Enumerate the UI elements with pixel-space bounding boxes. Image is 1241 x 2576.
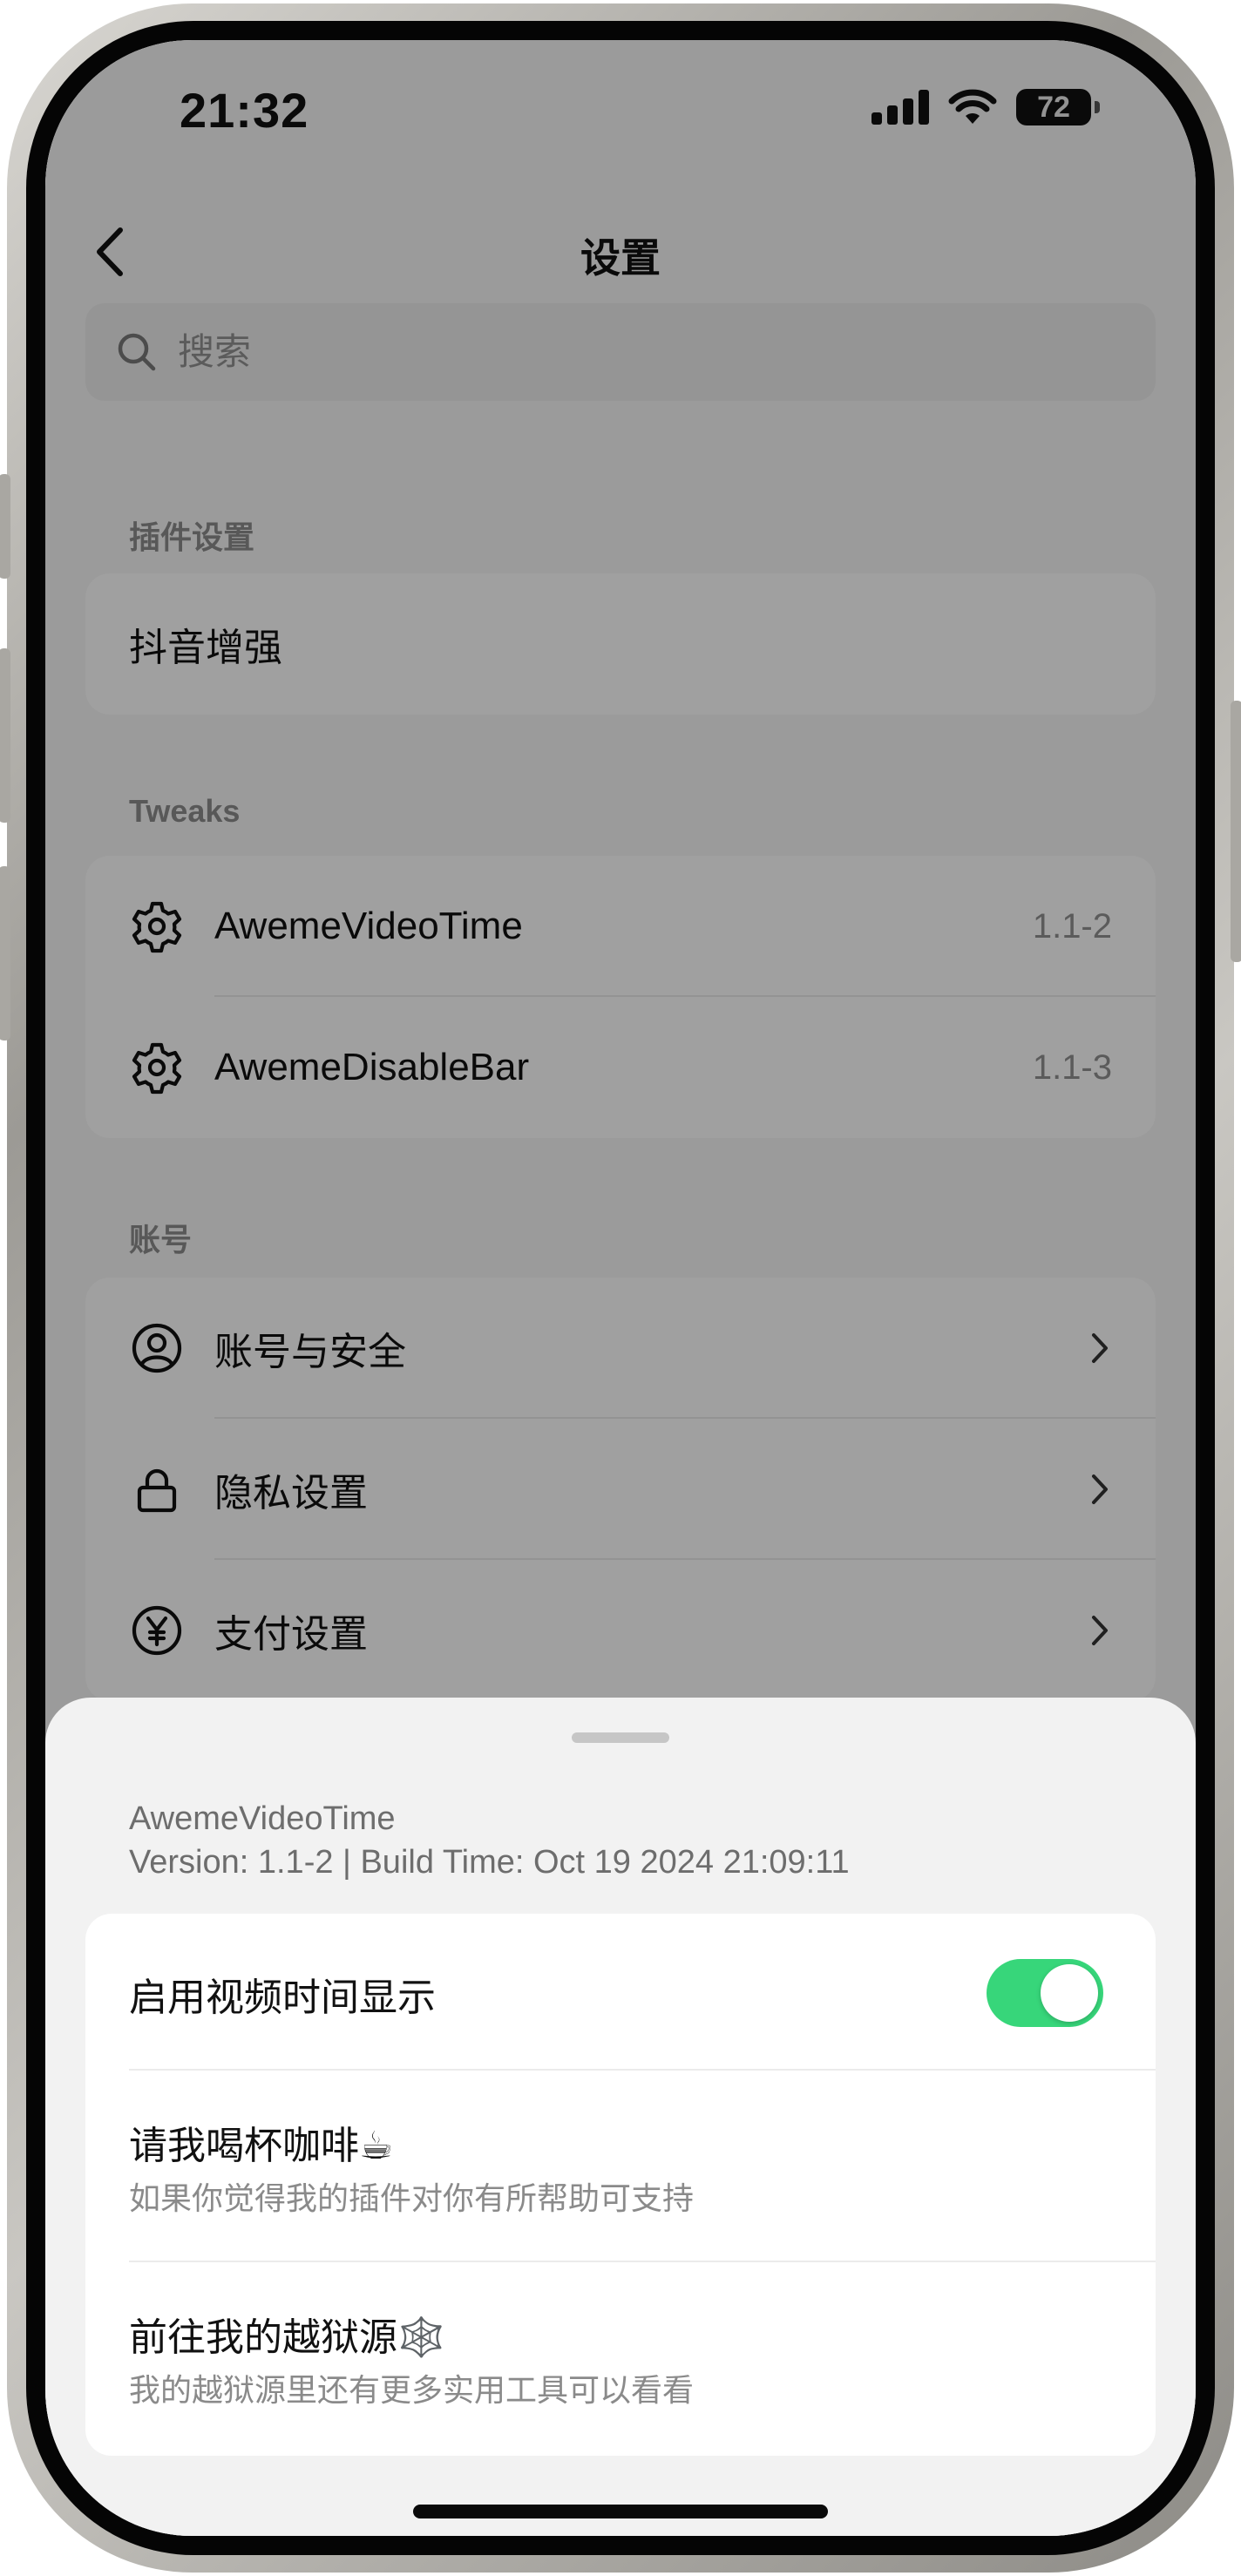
option-title: 启用视频时间显示 <box>129 1976 436 2019</box>
bottom-sheet: AwemeVideoTime Version: 1.1-2 | Build Ti… <box>45 1698 1196 2536</box>
option-description: 如果你觉得我的插件对你有所帮助可支持 <box>129 2180 695 2216</box>
volume-down-button <box>0 866 10 1041</box>
option-jailbreak-repo[interactable]: 前往我的越狱源🕸️ 我的越狱源里还有更多实用工具可以看看 <box>85 2262 1156 2456</box>
power-button <box>1231 701 1241 962</box>
option-title: 前往我的越狱源🕸️ <box>129 2316 445 2359</box>
volume-up-button <box>0 648 10 823</box>
option-title: 请我喝杯咖啡☕ <box>129 2125 394 2167</box>
enable-toggle[interactable] <box>987 1959 1103 2027</box>
sheet-version-info: Version: 1.1-2 | Build Time: Oct 19 2024… <box>129 1844 850 1881</box>
screen: 21:32 72 设置 插件设置 <box>45 40 1196 2536</box>
toggle-knob <box>1041 1964 1098 2022</box>
sheet-options-card: 启用视频时间显示 请我喝杯咖啡☕ 如果你觉得我的插件对你有所帮助可支持 前往我的… <box>85 1914 1156 2456</box>
sheet-title: AwemeVideoTime <box>129 1800 396 1837</box>
sheet-grabber[interactable] <box>572 1732 669 1743</box>
home-indicator[interactable] <box>413 2505 828 2518</box>
option-enable-video-time[interactable]: 启用视频时间显示 <box>85 1914 1156 2071</box>
option-buy-coffee[interactable]: 请我喝杯咖啡☕ 如果你觉得我的插件对你有所帮助可支持 <box>85 2071 1156 2262</box>
option-description: 我的越狱源里还有更多实用工具可以看看 <box>129 2372 695 2408</box>
action-button <box>0 474 10 579</box>
